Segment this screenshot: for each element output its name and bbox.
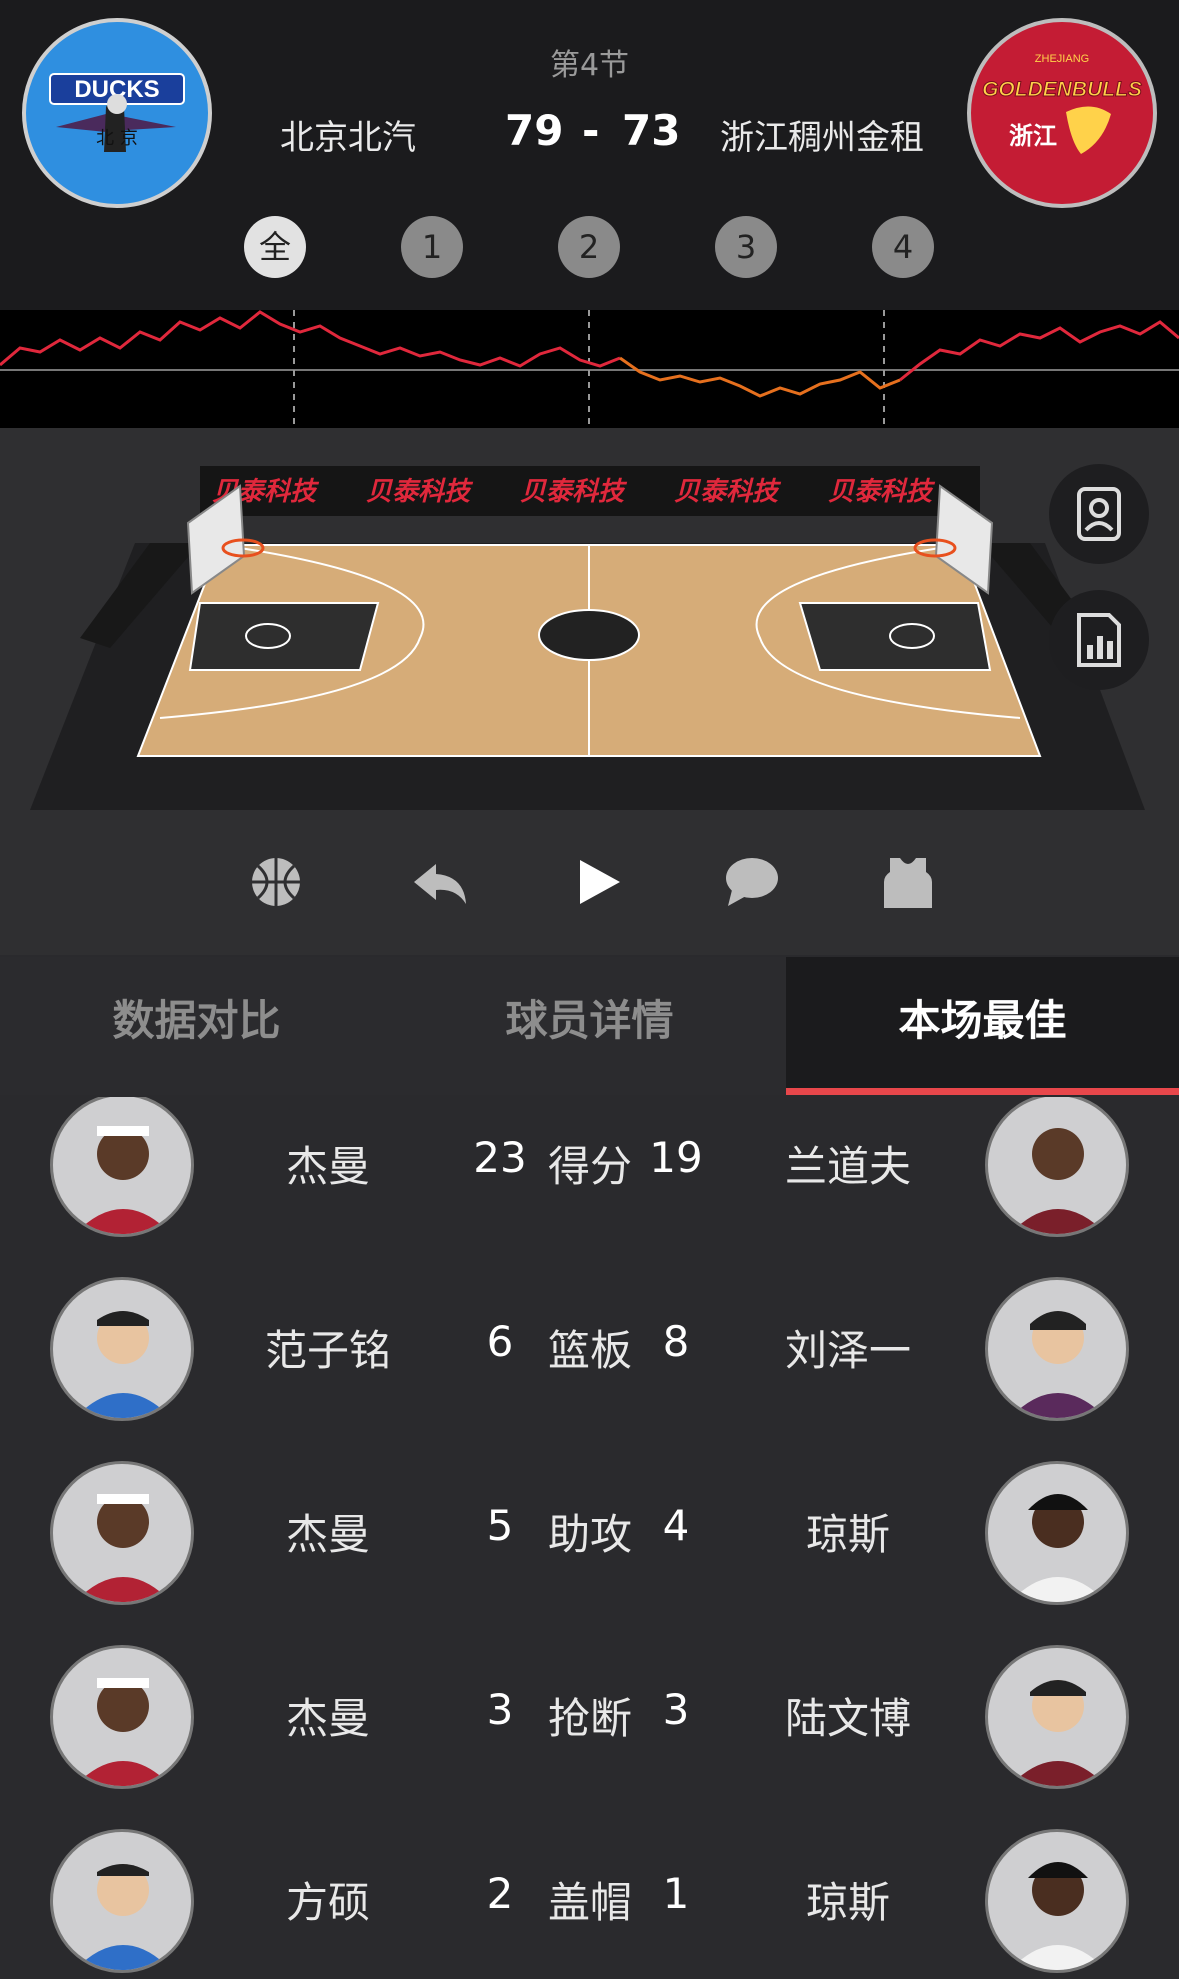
list-item: 杰曼 3 抢断 3 陆文博: [0, 1645, 1179, 1829]
undo-arrow-icon: [414, 864, 466, 904]
tab-data-comparison[interactable]: 数据对比: [0, 957, 393, 1095]
home-stat-value: 23: [473, 1133, 527, 1182]
list-item: 杰曼 5 助攻 4 琼斯: [0, 1461, 1179, 1645]
away-stat-value: 8: [662, 1317, 690, 1366]
away-player-name: 刘泽一: [784, 1326, 911, 1375]
home-stat-value: 5: [486, 1501, 514, 1550]
avatar[interactable]: [50, 1277, 194, 1421]
home-player-name: 杰曼: [285, 1510, 370, 1559]
home-stat-value: 2: [486, 1869, 514, 1918]
ad-banner-text-2: 贝泰科技: [366, 477, 474, 507]
avatar[interactable]: [50, 1461, 194, 1605]
left-paint: [188, 602, 380, 671]
jersey-icon: [884, 858, 932, 908]
away-player-name: 琼斯: [805, 1878, 890, 1927]
stat-category: 助攻: [547, 1510, 632, 1559]
away-score: 73: [622, 106, 681, 155]
basketball-icon: [252, 858, 300, 906]
avatar[interactable]: [50, 1097, 194, 1237]
best-players-list[interactable]: 杰曼 23 得分 19 兰道夫 范子铭 6 篮板 8 刘泽一 杰曼 5 助攻 4…: [0, 1097, 1179, 1979]
speech-bubble-icon: [726, 858, 778, 906]
bar-chart-icon: [1077, 613, 1121, 667]
avatar[interactable]: [985, 1461, 1129, 1605]
play-button[interactable]: [566, 850, 630, 914]
avatar[interactable]: [985, 1645, 1129, 1789]
period-all-button[interactable]: 全: [244, 216, 306, 278]
home-team-name: 北京北汽: [280, 118, 416, 158]
away-logo-text: GOLDENBULLS: [982, 78, 1142, 101]
away-logo-top: ZHEJIANG: [1035, 53, 1089, 65]
away-stat-value: 1: [662, 1869, 690, 1918]
player-card-button[interactable]: [1049, 464, 1149, 564]
ad-banner-text-4: 贝泰科技: [674, 477, 782, 507]
score-separator: -: [582, 106, 600, 155]
avatar[interactable]: [50, 1829, 194, 1973]
period-1-button[interactable]: 1: [401, 216, 463, 278]
play-icon: [580, 860, 620, 904]
center-circle: [538, 609, 640, 661]
avatar[interactable]: [985, 1829, 1129, 1973]
period-2-button[interactable]: 2: [558, 216, 620, 278]
ad-banner-text-3: 贝泰科技: [520, 477, 628, 507]
comment-button[interactable]: [720, 850, 784, 914]
away-team-logo: ZHEJIANG GOLDENBULLS 浙江: [967, 18, 1157, 208]
ad-banner-text-5: 贝泰科技: [828, 477, 936, 507]
stats-chart-button[interactable]: [1049, 590, 1149, 690]
away-player-name: 琼斯: [805, 1510, 890, 1559]
away-stat-value: 3: [662, 1685, 690, 1734]
period-3-button[interactable]: 3: [715, 216, 777, 278]
tab-best-players[interactable]: 本场最佳: [786, 957, 1179, 1095]
away-team-name: 浙江稠州金租: [720, 118, 924, 158]
home-player-name: 范子铭: [264, 1326, 391, 1375]
right-paint: [798, 602, 992, 671]
avatar[interactable]: [985, 1277, 1129, 1421]
tab-player-details[interactable]: 球员详情: [393, 957, 786, 1095]
home-stat-value: 3: [486, 1685, 514, 1734]
stat-category: 盖帽: [547, 1878, 632, 1927]
stat-category: 得分: [547, 1142, 632, 1191]
avatar[interactable]: [985, 1097, 1129, 1237]
basketball-button[interactable]: [244, 850, 308, 914]
list-item: 方硕 2 盖帽 1 琼斯: [0, 1829, 1179, 1979]
away-stat-value: 19: [649, 1133, 703, 1182]
stat-category: 篮板: [547, 1326, 632, 1375]
home-logo-sub: 北 京: [96, 128, 138, 149]
period-4-button[interactable]: 4: [872, 216, 934, 278]
avatar[interactable]: [50, 1645, 194, 1789]
home-score: 79: [505, 106, 564, 155]
home-stat-value: 6: [486, 1317, 514, 1366]
rewind-button[interactable]: [408, 850, 472, 914]
home-player-name: 杰曼: [285, 1694, 370, 1743]
home-player-name: 杰曼: [285, 1142, 370, 1191]
stat-category: 抢断: [547, 1694, 632, 1743]
player-card-icon: [1077, 487, 1121, 541]
away-stat-value: 4: [662, 1501, 690, 1550]
away-player-name: 陆文博: [784, 1694, 911, 1743]
away-logo-sub: 浙江: [1009, 122, 1057, 150]
score-trend-chart: [0, 310, 1179, 428]
home-player-name: 方硕: [285, 1878, 370, 1927]
tab-bar: 数据对比 球员详情 本场最佳: [0, 957, 1179, 1095]
list-item: 范子铭 6 篮板 8 刘泽一: [0, 1277, 1179, 1461]
list-item: 杰曼 23 得分 19 兰道夫: [0, 1097, 1179, 1277]
game-header: DUCKS 北 京 第4节 北京北汽 79 - 73 浙江稠州金租 ZHEJIA…: [0, 0, 1179, 310]
playback-controls: [0, 820, 1179, 950]
away-player-name: 兰道夫: [784, 1142, 911, 1191]
active-tab-indicator: [786, 1088, 1179, 1095]
jersey-button[interactable]: [876, 850, 940, 914]
